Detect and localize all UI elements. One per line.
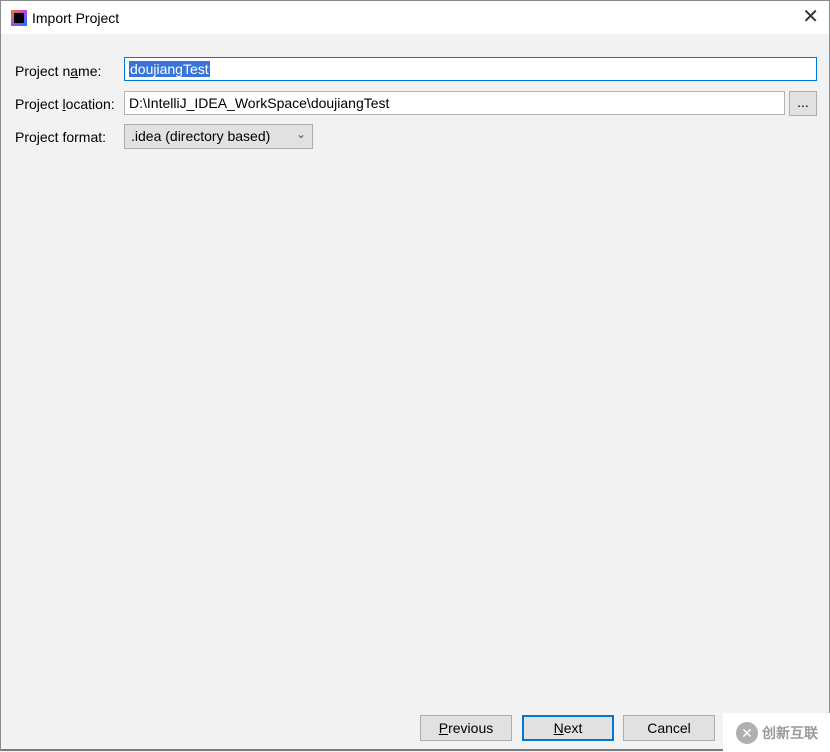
- dialog-title: Import Project: [32, 9, 120, 26]
- next-button[interactable]: Next: [522, 715, 614, 741]
- project-format-dropdown[interactable]: .idea (directory based) ⌄: [124, 124, 313, 149]
- cancel-button[interactable]: Cancel: [623, 715, 715, 741]
- watermark-logo-icon: ✕: [736, 721, 758, 744]
- browse-button[interactable]: ...: [789, 91, 817, 116]
- project-format-label: Project format:: [15, 129, 107, 145]
- import-project-dialog: Import Project ✕ Project name: doujiangT…: [0, 0, 830, 752]
- project-name-input[interactable]: doujiangTest: [124, 57, 817, 81]
- project-name-label: Project name:: [15, 63, 102, 79]
- title-bar: Import Project ✕: [1, 1, 829, 34]
- previous-button[interactable]: Previous: [420, 715, 512, 741]
- project-location-row: Project location:: [15, 92, 125, 116]
- watermark-text: 创新互联: [762, 724, 818, 741]
- project-location-input[interactable]: D:\IntelliJ_IDEA_WorkSpace\doujiangTest: [124, 91, 785, 115]
- watermark-logo: ✕ 创新互联: [723, 713, 830, 752]
- intellij-idea-icon: [11, 9, 27, 26]
- close-icon[interactable]: ✕: [802, 7, 819, 27]
- project-location-label: Project location:: [15, 96, 115, 112]
- project-format-row: Project format:: [15, 125, 125, 149]
- chevron-down-icon: ⌄: [295, 127, 306, 141]
- project-name-row: Project name:: [15, 59, 125, 83]
